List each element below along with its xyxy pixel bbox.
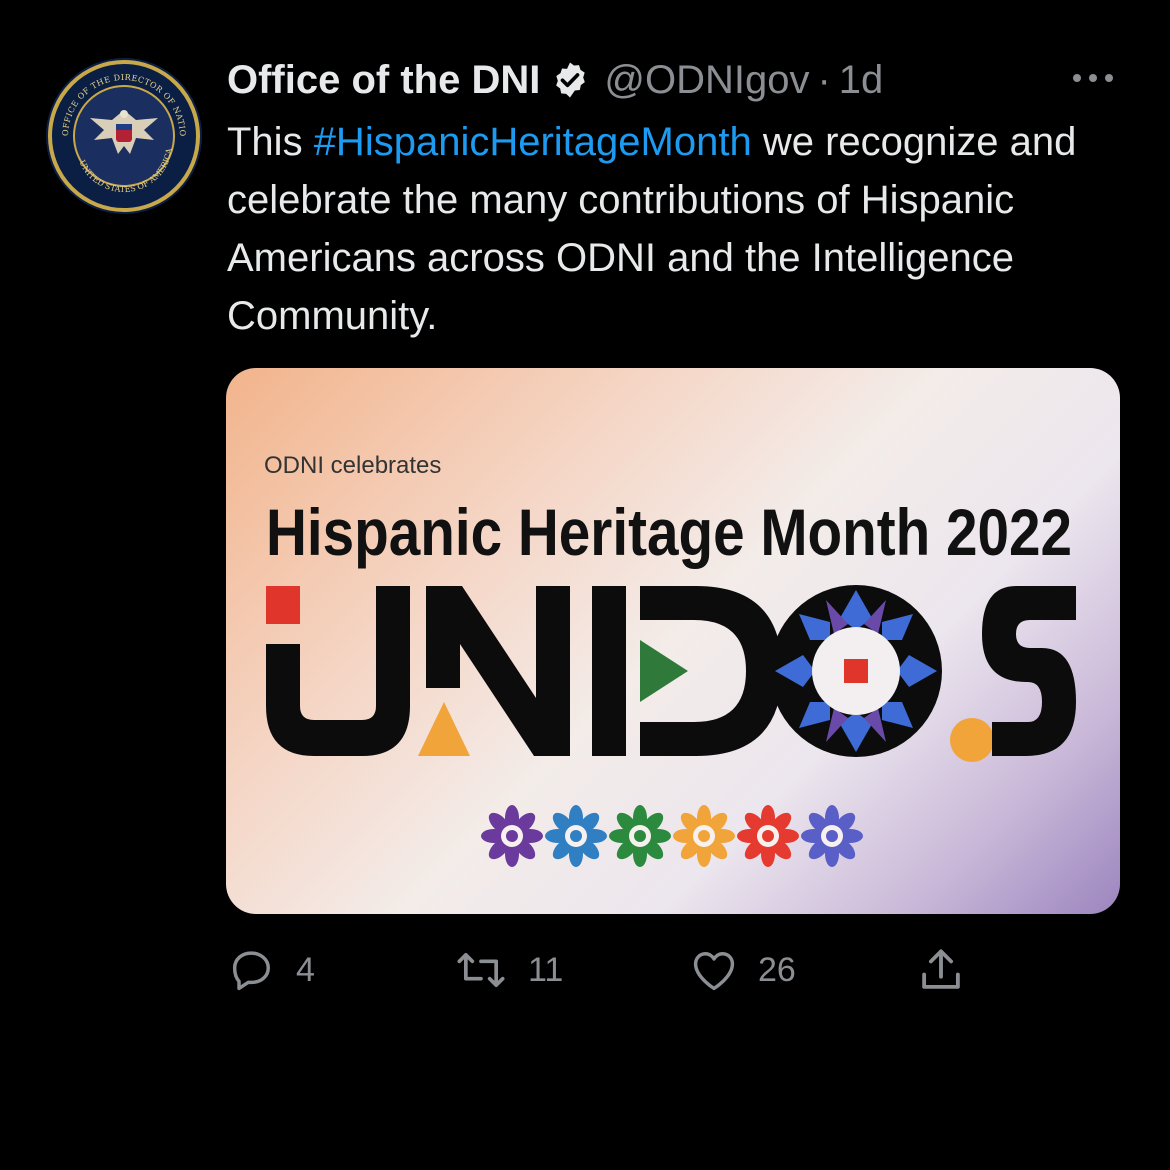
heart-icon <box>693 952 735 991</box>
red-square-accent <box>266 586 300 624</box>
flower-2 <box>545 805 607 867</box>
green-triangle-accent <box>640 640 688 702</box>
flower-5 <box>737 805 799 867</box>
orange-triangle-accent <box>418 702 470 756</box>
tweet-text: This #HispanicHeritageMonth we recognize… <box>227 113 1127 345</box>
flower-row <box>481 805 863 867</box>
share-icon <box>922 949 960 989</box>
retweet-icon <box>457 952 505 988</box>
media-headline: Hispanic Heritage Month 2022 <box>266 495 1072 569</box>
separator-dot: · <box>817 57 831 102</box>
flower-6 <box>801 805 863 867</box>
reply-icon <box>232 951 270 991</box>
flower-4 <box>673 805 735 867</box>
hashtag-link[interactable]: #HispanicHeritageMonth <box>314 120 752 164</box>
author-handle[interactable]: @ODNIgov <box>604 58 809 103</box>
tweet-text-prefix: This <box>227 120 314 164</box>
flower-3 <box>609 805 671 867</box>
reply-button[interactable]: 4 <box>226 940 315 1000</box>
odni-seal-icon: OFFICE OF THE DIRECTOR OF NATIONAL INTEL… <box>46 58 202 214</box>
orange-dot-accent <box>950 718 994 762</box>
author-name[interactable]: Office of the DNI <box>227 58 540 103</box>
timestamp[interactable]: 1d <box>839 58 884 103</box>
more-options-icon[interactable] <box>1070 60 1116 96</box>
tweet-header: Office of the DNI @ODNIgov · 1d <box>227 52 883 108</box>
media-image[interactable]: ODNI celebrates Hispanic Heritage Month … <box>226 368 1120 914</box>
unidos-graphic: ODNI celebrates Hispanic Heritage Month … <box>264 452 1076 867</box>
avatar[interactable]: OFFICE OF THE DIRECTOR OF NATIONAL INTEL… <box>46 58 202 214</box>
action-bar: 4 11 26 <box>0 940 1170 1000</box>
share-button[interactable] <box>914 940 968 1000</box>
media-kicker: ODNI celebrates <box>264 452 441 479</box>
reply-count: 4 <box>296 950 315 989</box>
letter-s <box>982 586 1076 756</box>
like-button[interactable]: 26 <box>688 940 796 1000</box>
retweet-button[interactable]: 11 <box>452 940 563 1000</box>
retweet-count: 11 <box>528 950 564 989</box>
verified-badge-icon <box>556 62 586 98</box>
like-count: 26 <box>758 950 796 989</box>
flower-1 <box>481 805 543 867</box>
red-center-square <box>844 659 868 683</box>
letter-i <box>592 586 626 756</box>
